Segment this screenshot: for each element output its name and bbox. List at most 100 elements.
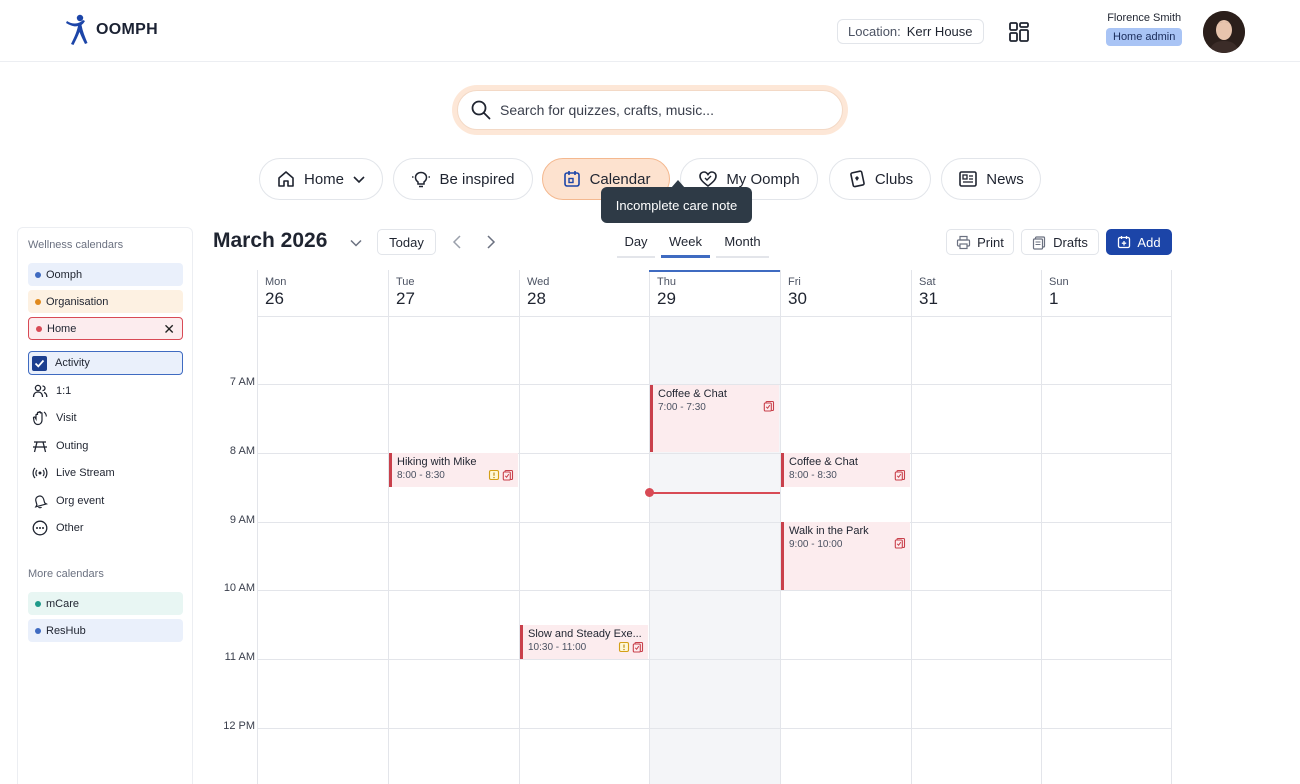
type-filter-1-1[interactable]: 1:1 (28, 379, 183, 403)
calendar-color-dot (35, 627, 41, 634)
day-number: 29 (657, 289, 676, 308)
grid-header-divider (257, 316, 1172, 317)
type-filter-label: Org event (56, 495, 105, 507)
day-number: 28 (527, 289, 546, 308)
nav-be-inspired-label: Be inspired (439, 170, 515, 188)
checkbox-icon[interactable] (32, 355, 47, 371)
type-filter-activity[interactable]: Activity (28, 351, 183, 375)
day-header: Wed 28 (527, 276, 549, 309)
nav-my-oomph-label: My Oomph (726, 170, 800, 188)
home-icon (278, 171, 294, 187)
nav-news[interactable]: News (941, 158, 1041, 200)
calendar-filter-label: Home (47, 322, 77, 335)
calendar-filter-reshub[interactable]: ResHub (28, 619, 183, 642)
drafts-icon (1033, 235, 1046, 250)
nav-home[interactable]: Home (259, 158, 383, 200)
location-selector[interactable]: Location: Kerr House (837, 19, 984, 44)
view-tab-month[interactable]: Month (716, 234, 769, 258)
chevron-down-icon[interactable] (349, 236, 363, 250)
clubs-icon (849, 170, 865, 188)
type-filter-label: 1:1 (56, 385, 72, 397)
view-tab-week[interactable]: Week (661, 234, 710, 258)
day-column-mon[interactable]: Mon 26 (257, 270, 388, 784)
type-filter-label: Activity (55, 357, 90, 369)
current-time-line (649, 492, 780, 494)
calendar-filter-home[interactable]: Home ✕ (28, 317, 183, 340)
add-label: Add (1137, 234, 1161, 250)
day-column-sun[interactable]: Sun 1 (1041, 270, 1172, 784)
type-filter-outing[interactable]: Outing (28, 434, 183, 458)
event-title: Coffee & Chat (789, 456, 858, 469)
calendar-color-dot (35, 600, 41, 607)
calendar-filter-label: Oomph (46, 268, 83, 281)
chevron-right-icon[interactable] (484, 234, 498, 250)
calendar-event[interactable]: Slow and Steady Exe... 10:30 - 11:00 (520, 625, 648, 659)
calendar-event[interactable]: Coffee & Chat 7:00 - 7:30 (650, 384, 779, 453)
hour-line (257, 522, 1172, 523)
calendar-filter-mcare[interactable]: mCare (28, 592, 183, 615)
add-event-button[interactable]: Add (1106, 229, 1172, 255)
type-filter-org-event[interactable]: Org event (28, 489, 183, 513)
event-time: 7:00 - 7:30 (658, 401, 706, 413)
day-column-thu[interactable]: Thu 29 (649, 270, 780, 784)
time-label: 8 AM (229, 445, 255, 457)
app-header: OOMPH Location: Kerr House Florence Smit… (0, 0, 1300, 62)
type-filter-live-stream[interactable]: Live Stream (28, 461, 183, 485)
search-icon (471, 100, 491, 120)
day-column-wed[interactable]: Wed 28 (519, 270, 649, 784)
more-calendars-heading: More calendars (28, 568, 104, 580)
today-button[interactable]: Today (377, 229, 436, 255)
hour-line (257, 590, 1172, 591)
avatar[interactable] (1203, 11, 1245, 53)
event-title: Slow and Steady Exe... (528, 628, 642, 641)
time-label: 12 PM (223, 720, 255, 732)
oomph-figure-icon (66, 14, 88, 45)
time-label: 9 AM (229, 514, 255, 526)
day-name: Tue (396, 276, 415, 288)
day-header: Sun 1 (1049, 276, 1069, 309)
calendar-filter-oomph[interactable]: Oomph (28, 263, 183, 286)
care-note-icon (894, 536, 906, 554)
calendar-filter-label: Organisation (46, 295, 109, 308)
search-box[interactable] (457, 90, 843, 130)
calendar-event[interactable]: Walk in the Park 9:00 - 10:00 (781, 522, 910, 590)
apps-grid-icon[interactable] (1008, 21, 1030, 43)
calendar-event[interactable]: Hiking with Mike 8:00 - 8:30 (389, 453, 518, 487)
user-portrait-icon (1203, 11, 1245, 53)
day-column-sat[interactable]: Sat 31 (911, 270, 1041, 784)
close-icon[interactable]: ✕ (163, 322, 175, 336)
hour-line (257, 659, 1172, 660)
user-info[interactable]: Florence Smith Home admin (1106, 12, 1183, 46)
care-note-icon (894, 468, 906, 486)
brand-logo[interactable]: OOMPH (64, 14, 158, 46)
calendar-plus-icon (1118, 236, 1131, 249)
event-icons (763, 399, 775, 417)
chevron-left-icon[interactable] (450, 234, 464, 250)
drafts-label: Drafts (1053, 234, 1088, 250)
more-icon (32, 520, 48, 536)
week-grid: Mon 26 Tue 27 Wed 28 Thu 29 Fri 30 Sat 3… (257, 270, 1172, 784)
day-name: Mon (265, 276, 287, 288)
view-tab-day[interactable]: Day (617, 234, 655, 258)
wave-icon (32, 411, 47, 426)
type-filter-other[interactable]: Other (28, 516, 183, 540)
calendar-event[interactable]: Coffee & Chat 8:00 - 8:30 (781, 453, 910, 487)
search-input[interactable] (500, 102, 800, 118)
day-number: 27 (396, 289, 415, 308)
nav-clubs[interactable]: Clubs (829, 158, 931, 200)
calendar-filter-organisation[interactable]: Organisation (28, 290, 183, 313)
day-column-tue[interactable]: Tue 27 (388, 270, 519, 784)
note-icon (618, 640, 630, 658)
current-time-dot (645, 488, 654, 497)
calendar-filter-label: ResHub (46, 624, 86, 637)
today-indicator (649, 270, 780, 272)
printer-icon (957, 235, 971, 249)
search-container (452, 85, 848, 135)
print-button[interactable]: Print (946, 229, 1014, 255)
picnic-icon (33, 441, 47, 453)
user-name: Florence Smith (1107, 12, 1182, 24)
drafts-button[interactable]: Drafts (1021, 229, 1099, 255)
calendar-filter-label: mCare (46, 597, 80, 610)
nav-be-inspired[interactable]: Be inspired (393, 158, 533, 200)
type-filter-visit[interactable]: Visit (28, 406, 183, 430)
